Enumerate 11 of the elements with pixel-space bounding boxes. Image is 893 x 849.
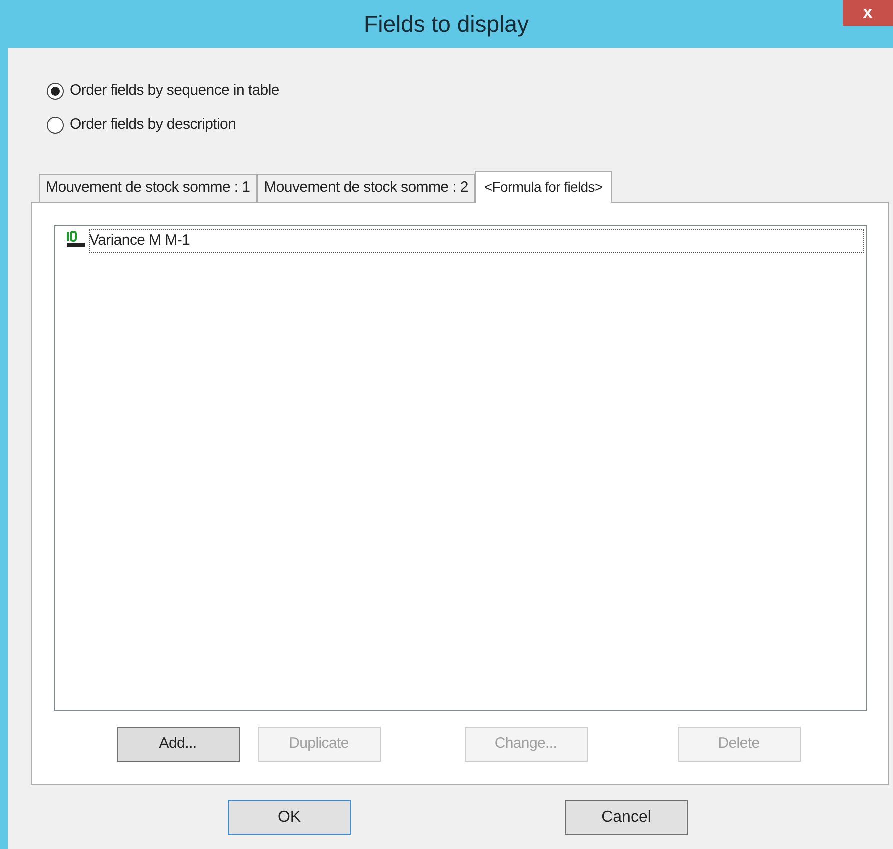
list-item[interactable]: Variance M M-1	[88, 229, 864, 253]
tab[interactable]: <Formula for fields>	[475, 171, 612, 203]
dialog-button[interactable]: Cancel	[565, 800, 688, 835]
window-title: Fields to display	[364, 10, 529, 39]
tab[interactable]: Mouvement de stock somme : 2	[257, 174, 476, 202]
list-action-button[interactable]: Add...	[116, 727, 240, 762]
radio-button[interactable]: Order fields by description	[47, 114, 870, 136]
tab[interactable]: Mouvement de stock somme : 1	[39, 174, 258, 202]
close-button[interactable]: x	[843, 0, 893, 26]
dialog-button[interactable]: OK	[228, 800, 351, 835]
radio-button[interactable]: Order fields by sequence in table	[47, 80, 870, 102]
